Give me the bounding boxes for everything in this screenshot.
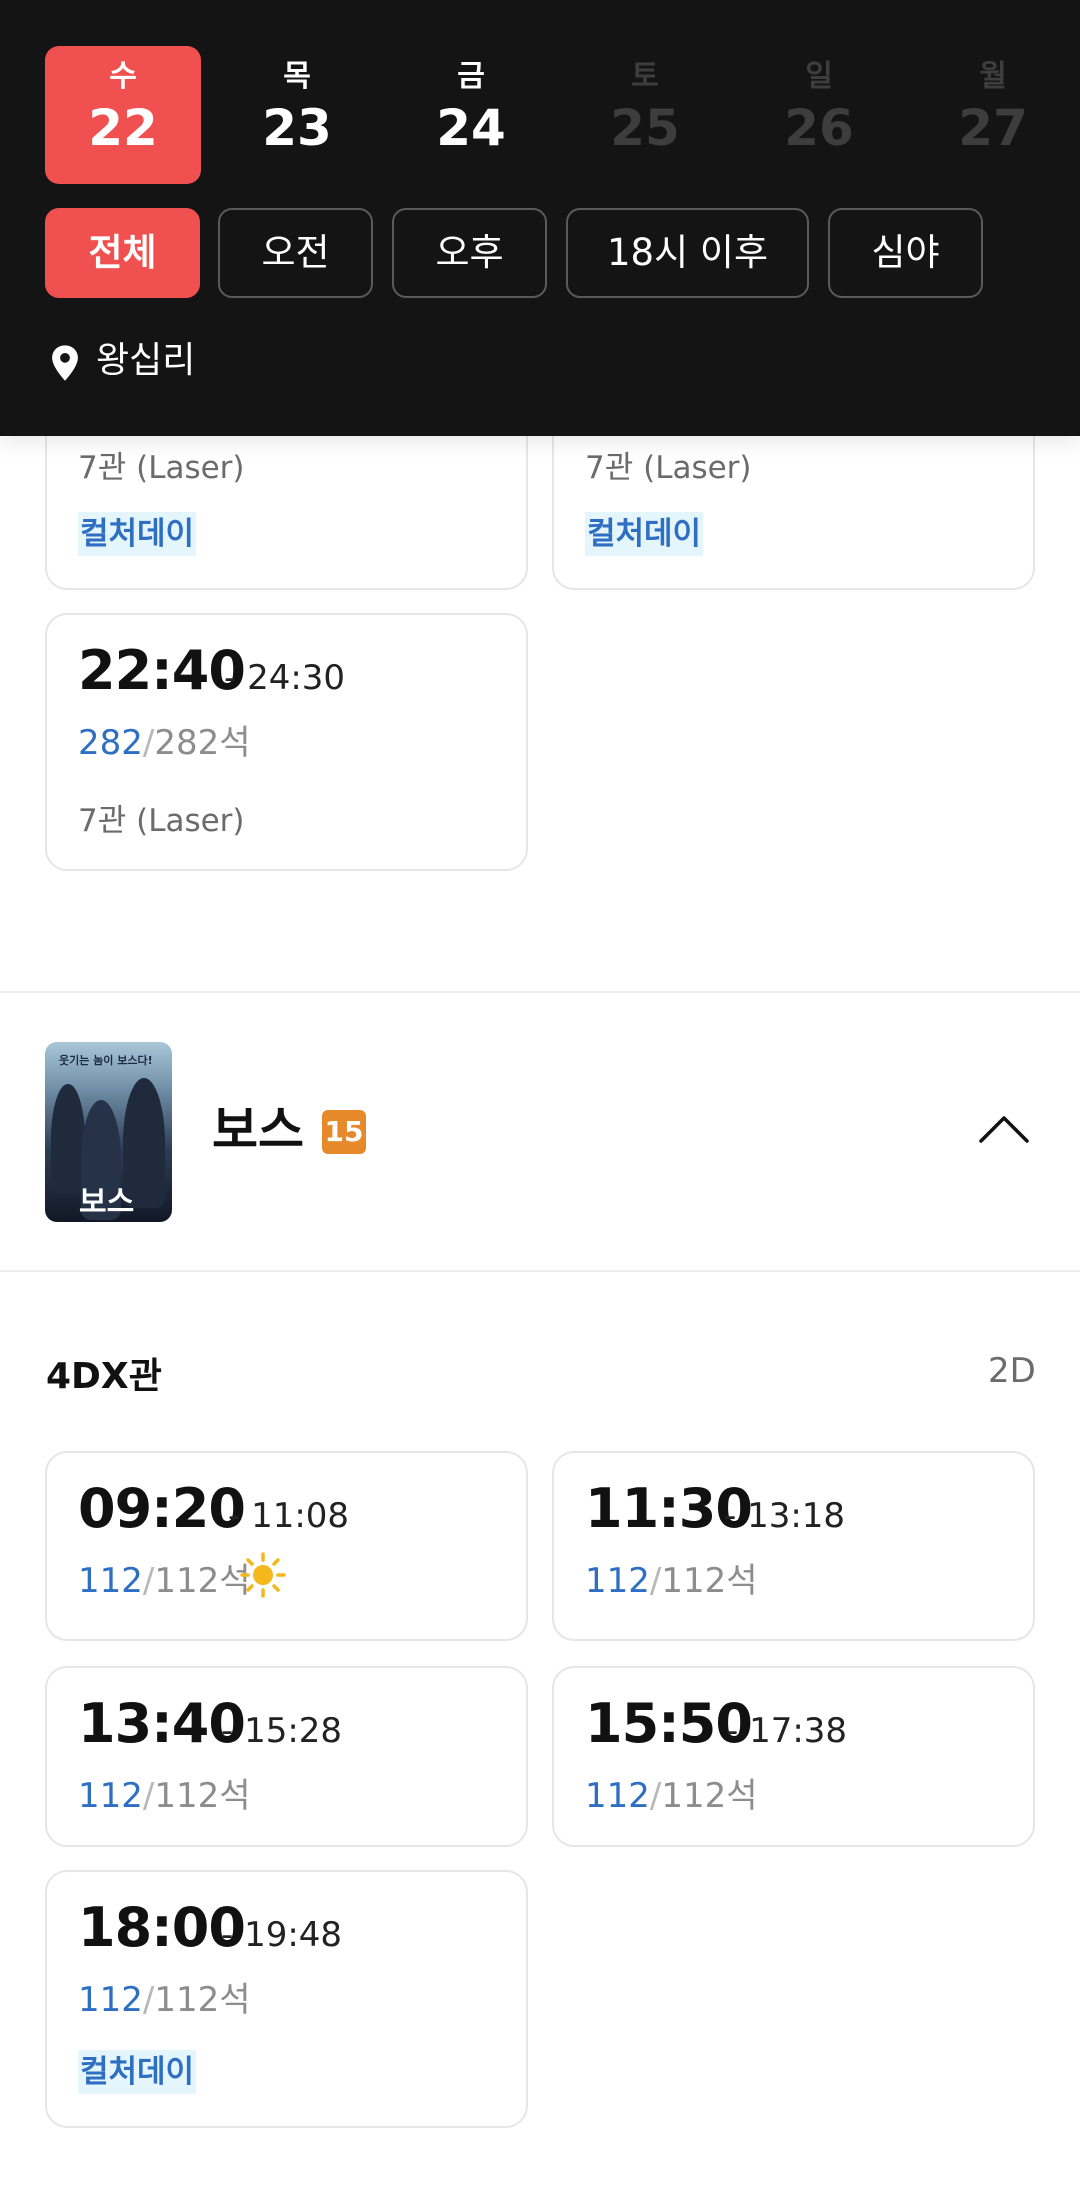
screen-type-title: 4DX관 [46,1356,162,1397]
hall-label: 7관 (Laser) [78,803,245,839]
end-time: - 24:30 [224,658,346,698]
movie-title[interactable]: 보스 [212,1100,304,1160]
time-filter-chips: 전체 오전 오후 18시 이후 심야 [45,208,1045,298]
date-26: 일 26 [741,46,897,184]
filter-late-night-chip[interactable]: 심야 [828,208,983,298]
location-pin-icon [52,345,78,381]
culture-day-badge: 컬처데이 [78,2050,197,2094]
seats-total: 112석 [154,1980,251,2020]
date-22[interactable]: 수 22 [45,46,201,184]
seats-available: 112 [78,1980,143,2020]
seat-separator: / [142,1561,155,1601]
seat-count: 112/112석 [78,1553,251,1602]
seats-total: 282석 [154,723,251,763]
date-dow: 목 [283,59,311,94]
seats-available: 112 [585,1561,650,1601]
end-time: - 11:08 [228,1496,350,1536]
seats-total: 112석 [154,1776,251,1816]
date-filter-header: 수 22 목 23 금 24 토 25 일 26 월 27 전체 오전 오후 1… [0,0,1080,436]
date-day: 25 [610,99,680,157]
hall-label: 7관 (Laser) [78,450,245,486]
seat-separator: / [142,1776,155,1816]
filter-all-chip[interactable]: 전체 [45,208,200,298]
seat-separator: / [649,1561,662,1601]
filter-afternoon-chip[interactable]: 오후 [392,208,547,298]
date-dow: 토 [631,59,659,94]
sun-icon [240,1552,286,1598]
movie-poster[interactable]: 웃기는 놈이 보스다! 보스 [45,1042,172,1222]
date-selector: 수 22 목 23 금 24 토 25 일 26 월 27 [45,46,1045,184]
seat-count: 112/112석 [78,1972,251,2021]
date-27: 월 27 [915,46,1071,184]
seats-available: 112 [585,1776,650,1816]
seat-count: 112/112석 [585,1553,758,1602]
seat-count: 112/112석 [585,1768,758,1817]
start-time: 13:40 [78,1692,246,1755]
date-23[interactable]: 목 23 [219,46,375,184]
showtime-card[interactable]: 22:40 - 24:30 282/282석 7관 (Laser) [45,613,528,871]
format-label: 2D [988,1351,1036,1391]
date-24[interactable]: 금 24 [393,46,549,184]
date-day: 24 [436,99,506,157]
start-time: 18:00 [78,1896,246,1959]
showtime-card[interactable]: 09:20 - 11:08 112/112석 [45,1451,528,1641]
date-day: 23 [262,99,332,157]
seats-available: 282 [78,723,143,763]
seats-total: 112석 [661,1561,758,1601]
seats-available: 112 [78,1561,143,1601]
showtime-card[interactable]: 15:50 - 17:38 112/112석 [552,1666,1035,1847]
age-rating-badge: 15 [322,1110,366,1154]
seats-available: 112 [78,1776,143,1816]
seats-total: 112석 [661,1776,758,1816]
end-time: - 13:18 [724,1496,846,1536]
end-time: - 19:48 [221,1915,343,1955]
seat-count: 282/282석 [78,715,251,764]
date-day: 27 [958,99,1028,157]
date-dow: 일 [805,59,833,94]
filter-morning-chip[interactable]: 오전 [218,208,373,298]
poster-title: 보스 [79,1185,135,1220]
showtime-card[interactable]: 11:30 - 13:18 112/112석 [552,1451,1035,1641]
start-time: 22:40 [78,639,246,702]
date-25: 토 25 [567,46,723,184]
date-dow: 월 [979,59,1007,94]
chevron-up-icon[interactable] [978,1114,1030,1144]
culture-day-badge: 컬처데이 [585,512,704,556]
location-name: 왕십리 [96,340,196,381]
section-divider [0,1270,1080,1272]
date-dow: 수 [109,59,137,94]
date-day: 22 [88,99,158,157]
date-day: 26 [784,99,854,157]
showtime-card[interactable]: 13:40 - 15:28 112/112석 [45,1666,528,1847]
end-time: - 15:28 [221,1711,343,1751]
filter-after-18-chip[interactable]: 18시 이후 [566,208,809,298]
hall-label: 7관 (Laser) [585,450,752,486]
seats-total: 112석 [154,1561,251,1601]
culture-day-badge: 컬처데이 [78,512,197,556]
showtime-card[interactable]: 18:00 - 19:48 112/112석 컬처데이 [45,1870,528,2128]
end-time: - 17:38 [726,1711,848,1751]
seat-separator: / [142,723,155,763]
seat-separator: / [142,1980,155,2020]
seat-count: 112/112석 [78,1768,251,1817]
start-time: 09:20 [78,1477,246,1540]
poster-tagline: 웃기는 놈이 보스다! [59,1054,153,1067]
date-dow: 금 [457,59,485,94]
seat-separator: / [649,1776,662,1816]
section-divider [0,991,1080,993]
